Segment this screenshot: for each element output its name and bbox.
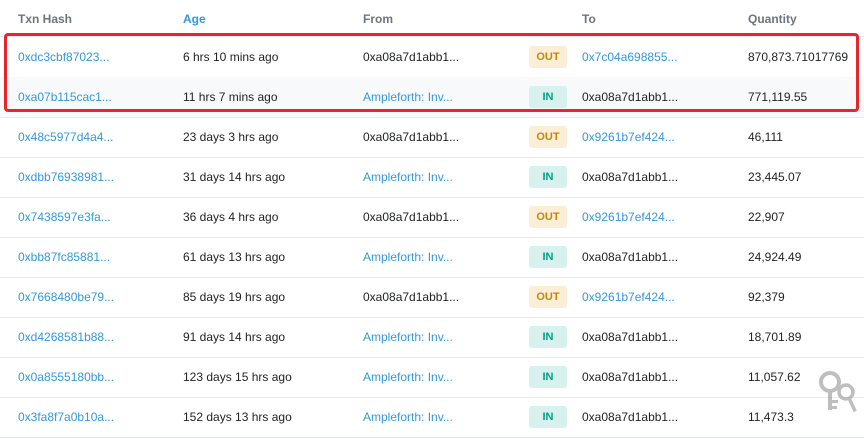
direction-badge: OUT xyxy=(529,206,567,228)
direction-badge: IN xyxy=(529,246,567,268)
col-header-to: To xyxy=(582,12,596,26)
table-row: 0x7668480be79... 85 days 19 hrs ago 0xa08a… xyxy=(0,277,864,318)
txn-hash-link[interactable]: 0x48c5977d4a4... xyxy=(18,130,113,144)
quantity-value: 771,119.55 xyxy=(748,90,808,104)
from-address[interactable]: Ampleforth: Inv... xyxy=(363,90,453,104)
quantity-value: 23,445.07 xyxy=(748,170,802,184)
direction-badge: IN xyxy=(529,326,567,348)
to-address[interactable]: 0x7c04a698855... xyxy=(582,50,677,64)
txn-hash-link[interactable]: 0xdbb76938981... xyxy=(18,170,114,184)
table-header: Txn Hash Age From To Quantity xyxy=(0,0,864,37)
quantity-value: 870,873.71017769 xyxy=(748,50,849,64)
from-address: 0xa08a7d1abb1... xyxy=(363,50,460,64)
quantity-value: 46,111 xyxy=(748,130,783,144)
table-row: 0x48c5977d4a4... 23 days 3 hrs ago 0xa08a7… xyxy=(0,117,864,158)
to-address: 0xa08a7d1abb1... xyxy=(582,90,679,104)
quantity-value: 92,379 xyxy=(748,290,785,304)
direction-badge: OUT xyxy=(529,126,567,148)
age-text: 91 days 14 hrs ago xyxy=(183,330,286,344)
col-header-txn-hash: Txn Hash xyxy=(18,12,73,26)
age-text: 152 days 13 hrs ago xyxy=(183,410,292,424)
age-text: 36 days 4 hrs ago xyxy=(183,210,279,224)
table-row: 0xbb87fc85881... 61 days 13 hrs ago Amplef… xyxy=(0,237,864,278)
from-address[interactable]: Ampleforth: Inv... xyxy=(363,170,453,184)
table-row: 0xa07b115cac1... 11 hrs 7 mins ago Amplefo… xyxy=(0,77,864,118)
txn-hash-link[interactable]: 0xd4268581b88... xyxy=(18,330,114,344)
to-address: 0xa08a7d1abb1... xyxy=(582,410,679,424)
age-text: 85 days 19 hrs ago xyxy=(183,290,286,304)
quantity-value: 11,057.62 xyxy=(748,370,801,384)
age-text: 23 days 3 hrs ago xyxy=(183,130,279,144)
to-address[interactable]: 0x9261b7ef424... xyxy=(582,210,675,224)
table-row: 0xdbb76938981... 31 days 14 hrs ago Amplef… xyxy=(0,157,864,198)
to-address: 0xa08a7d1abb1... xyxy=(582,370,679,384)
from-address: 0xa08a7d1abb1... xyxy=(363,130,460,144)
from-address: 0xa08a7d1abb1... xyxy=(363,210,460,224)
to-address: 0xa08a7d1abb1... xyxy=(582,250,679,264)
txn-hash-link[interactable]: 0x7668480be79... xyxy=(18,290,114,304)
direction-badge: IN xyxy=(529,86,567,108)
col-header-from: From xyxy=(363,12,393,26)
direction-badge: IN xyxy=(529,366,567,388)
txn-hash-link[interactable]: 0x7438597e3fa... xyxy=(18,210,111,224)
from-address[interactable]: Ampleforth: Inv... xyxy=(363,250,453,264)
table-row: 0xdc3cbf87023... 6 hrs 10 mins ago 0xa08a7… xyxy=(0,37,864,78)
txn-hash-link[interactable]: 0xbb87fc85881... xyxy=(18,250,110,264)
txn-hash-link[interactable]: 0xdc3cbf87023... xyxy=(18,50,109,64)
age-text: 6 hrs 10 mins ago xyxy=(183,50,279,64)
direction-badge: IN xyxy=(529,166,567,188)
direction-badge: OUT xyxy=(529,46,567,68)
quantity-value: 24,924.49 xyxy=(748,250,802,264)
from-address[interactable]: Ampleforth: Inv... xyxy=(363,410,453,424)
from-address[interactable]: Ampleforth: Inv... xyxy=(363,370,453,384)
age-text: 61 days 13 hrs ago xyxy=(183,250,286,264)
txn-hash-link[interactable]: 0x3fa8f7a0b10a... xyxy=(18,410,114,424)
table-row: 0x0a8555180bb... 123 days 15 hrs ago Ample… xyxy=(0,357,864,398)
to-address: 0xa08a7d1abb1... xyxy=(582,170,679,184)
txn-hash-link[interactable]: 0x0a8555180bb... xyxy=(18,370,114,384)
table-row: 0xd4268581b88... 91 days 14 hrs ago Amplef… xyxy=(0,317,864,358)
col-header-age[interactable]: Age xyxy=(183,12,206,26)
txn-hash-link[interactable]: 0xa07b115cac1... xyxy=(18,90,112,104)
direction-badge: IN xyxy=(529,406,567,428)
to-address[interactable]: 0x9261b7ef424... xyxy=(582,130,675,144)
quantity-value: 18,701.89 xyxy=(748,330,802,344)
to-address[interactable]: 0x9261b7ef424... xyxy=(582,290,675,304)
table-row: 0x7438597e3fa... 36 days 4 hrs ago 0xa08a7… xyxy=(0,197,864,238)
keys-icon xyxy=(819,371,857,413)
quantity-value: 22,907 xyxy=(748,210,785,224)
from-address: 0xa08a7d1abb1... xyxy=(363,290,460,304)
age-text: 11 hrs 7 mins ago xyxy=(183,90,278,104)
to-address: 0xa08a7d1abb1... xyxy=(582,330,679,344)
col-header-quantity: Quantity xyxy=(748,12,797,26)
age-text: 123 days 15 hrs ago xyxy=(183,370,292,384)
direction-badge: OUT xyxy=(529,286,567,308)
quantity-value: 11,473.3 xyxy=(748,410,794,424)
from-address[interactable]: Ampleforth: Inv... xyxy=(363,330,453,344)
age-text: 31 days 14 hrs ago xyxy=(183,170,286,184)
